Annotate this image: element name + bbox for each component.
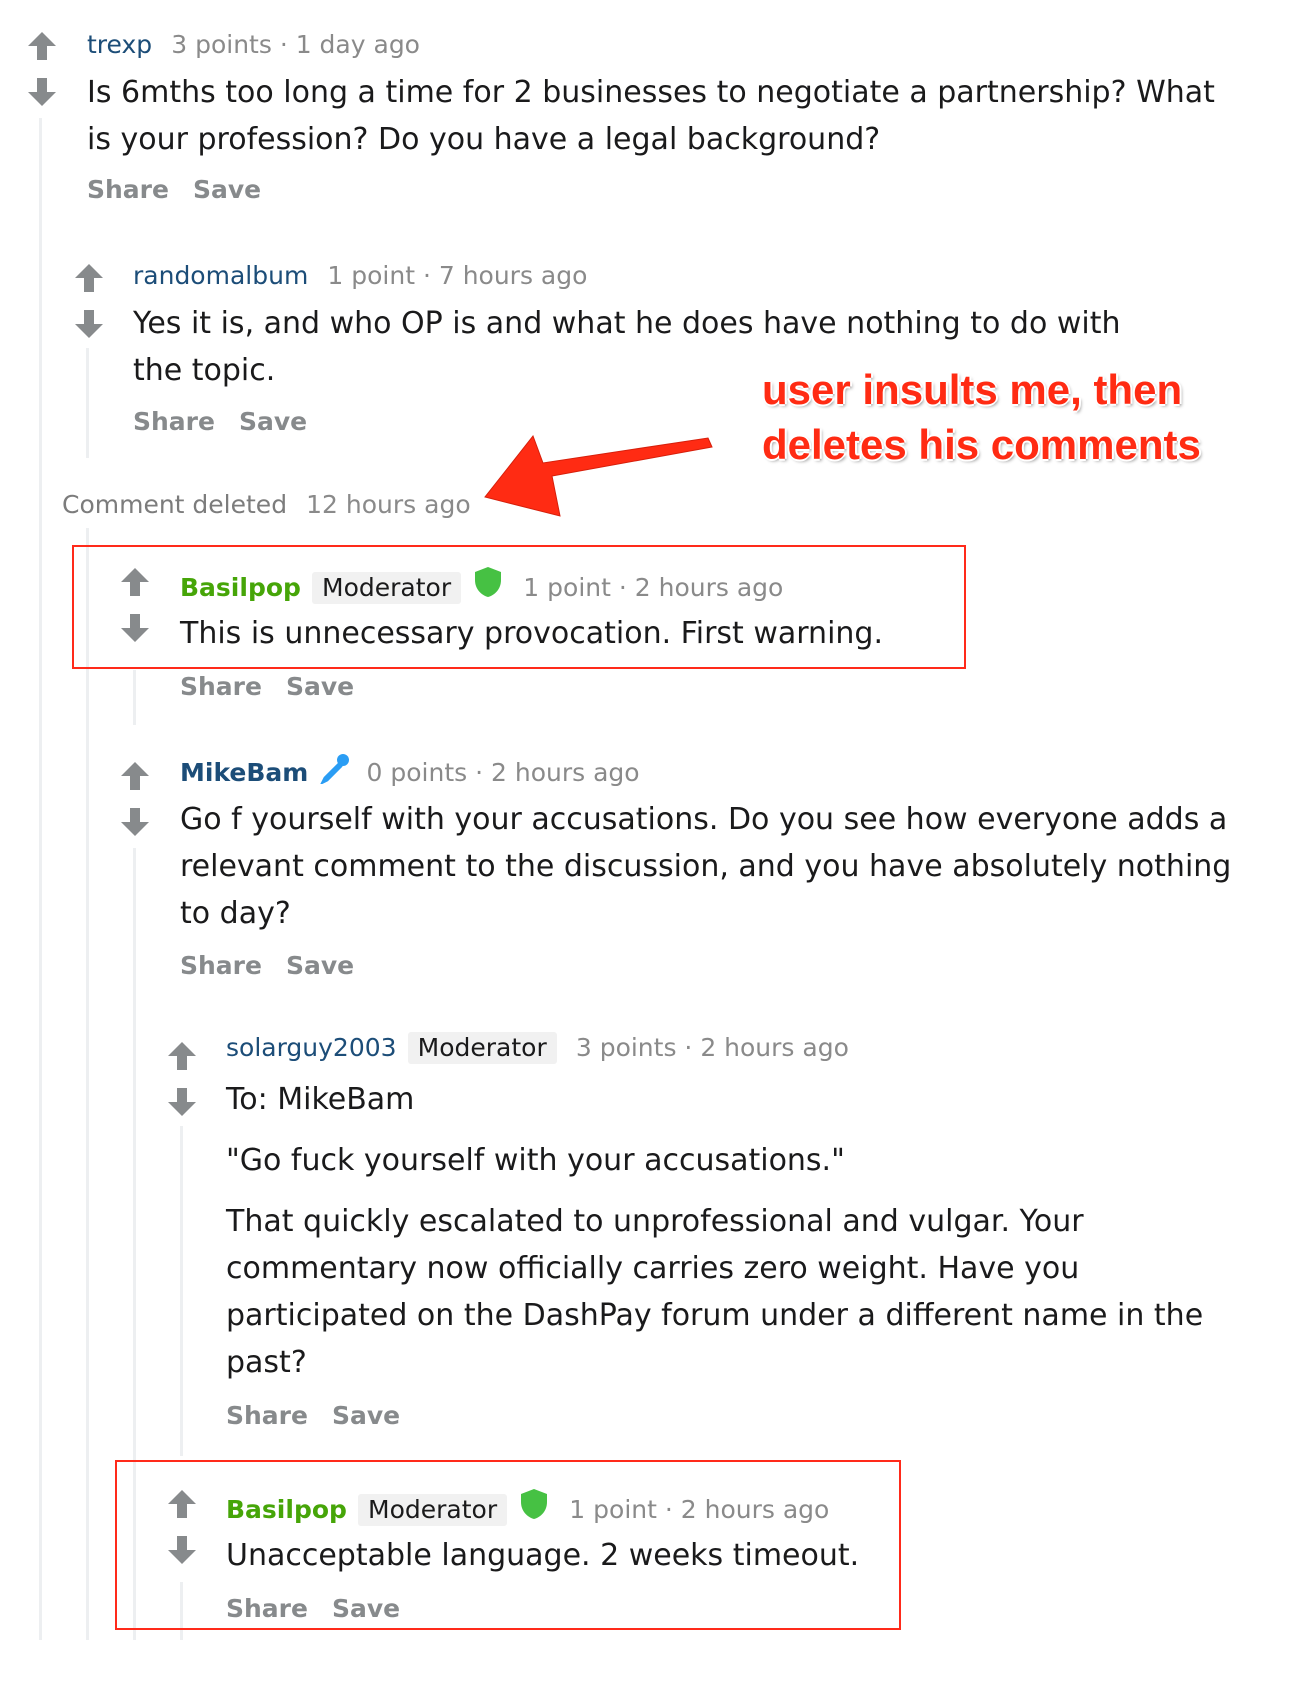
comment-paragraph: Unacceptable language. 2 weeks timeout. [226, 1538, 860, 1573]
comment-paragraph: "Go fuck yourself with your accusations.… [226, 1143, 845, 1178]
thread-line[interactable] [86, 528, 89, 1640]
deleted-comment: Comment deleted 12 hours ago [62, 490, 471, 519]
upvote-arrow-icon [121, 568, 149, 596]
upvote-arrow-icon [28, 32, 56, 60]
downvote-button[interactable] [73, 308, 105, 340]
downvote-button[interactable] [119, 612, 151, 644]
thread-line[interactable] [39, 118, 42, 1640]
comment-actions: Share Save [180, 672, 378, 701]
username-link[interactable]: Basilpop [226, 1495, 347, 1524]
username-link[interactable]: randomalbum [133, 261, 308, 290]
comment-meta: 3 points · 1 day ago [171, 30, 420, 59]
comment-body: Go f yourself with your accusations. Do … [180, 796, 1240, 951]
save-button[interactable]: Save [286, 672, 354, 701]
save-button[interactable]: Save [193, 175, 261, 204]
comment-meta: 1 point · 2 hours ago [569, 1495, 830, 1524]
comment-meta: 1 point · 2 hours ago [523, 573, 784, 602]
comment-actions: Share Save [87, 175, 285, 204]
comment-header: Basilpop Moderator 1 point · 2 hours ago [180, 566, 784, 604]
comment-paragraph: That quickly escalated to unprofessional… [226, 1204, 1204, 1380]
username-link[interactable]: solarguy2003 [226, 1033, 397, 1062]
upvote-button[interactable] [166, 1040, 198, 1072]
upvote-button[interactable] [26, 30, 58, 62]
save-button[interactable]: Save [239, 407, 307, 436]
moderator-badge: Moderator [312, 572, 462, 604]
thread-line[interactable] [86, 348, 89, 458]
comment-actions: Share Save [226, 1401, 424, 1430]
comment-paragraph: Is 6mths too long a time for 2 businesse… [87, 75, 1215, 157]
username-link[interactable]: Basilpop [180, 573, 301, 602]
annotation-text-line-2: deletes his comments [762, 421, 1201, 468]
comment-meta: 0 points · 2 hours ago [366, 758, 640, 787]
comment-meta: 12 hours ago [306, 490, 471, 519]
comment-header: randomalbum 1 point · 7 hours ago [133, 261, 587, 290]
username-link[interactable]: trexp [87, 30, 152, 59]
share-button[interactable]: Share [87, 175, 169, 204]
downvote-button[interactable] [166, 1534, 198, 1566]
comment-body: Is 6mths too long a time for 2 businesse… [87, 69, 1237, 177]
upvote-button[interactable] [73, 262, 105, 294]
thread-line[interactable] [180, 1126, 183, 1456]
moderator-badge: Moderator [407, 1032, 557, 1064]
upvote-arrow-icon [121, 762, 149, 790]
upvote-button[interactable] [166, 1488, 198, 1520]
thread-line[interactable] [133, 670, 136, 725]
comment-meta: 1 point · 7 hours ago [327, 261, 588, 290]
downvote-arrow-icon [168, 1088, 196, 1116]
save-button[interactable]: Save [286, 951, 354, 980]
downvote-arrow-icon [121, 808, 149, 836]
upvote-button[interactable] [119, 566, 151, 598]
downvote-arrow-icon [75, 310, 103, 338]
downvote-button[interactable] [119, 806, 151, 838]
comment-paragraph: This is unnecessary provocation. First w… [180, 616, 883, 651]
downvote-button[interactable] [166, 1086, 198, 1118]
upvote-arrow-icon [75, 264, 103, 292]
share-button[interactable]: Share [226, 1401, 308, 1430]
comment-paragraph: To: MikeBam [226, 1082, 415, 1117]
comment-body: Unacceptable language. 2 weeks timeout. [226, 1532, 1126, 1593]
downvote-arrow-icon [168, 1536, 196, 1564]
deleted-label: Comment deleted [62, 490, 288, 519]
share-button[interactable]: Share [180, 951, 262, 980]
upvote-arrow-icon [168, 1042, 196, 1070]
pencil-icon [320, 754, 350, 786]
username-link[interactable]: MikeBam [180, 758, 308, 787]
comment-actions: Share Save [180, 951, 378, 980]
moderator-shield-icon [521, 1489, 548, 1519]
moderator-shield-icon [475, 567, 502, 597]
downvote-arrow-icon [121, 614, 149, 642]
comment-body: To: MikeBam "Go fuck yourself with your … [226, 1076, 1206, 1400]
comment-header: Basilpop Moderator 1 point · 2 hours ago [226, 1488, 830, 1526]
share-button[interactable]: Share [133, 407, 215, 436]
comment-actions: Share Save [133, 407, 331, 436]
save-button[interactable]: Save [332, 1594, 400, 1623]
comment-header: MikeBam 0 points · 2 hours ago [180, 752, 640, 787]
comment-header: trexp 3 points · 1 day ago [87, 30, 420, 59]
comment-paragraph: Go f yourself with your accusations. Do … [180, 802, 1232, 931]
share-button[interactable]: Share [226, 1594, 308, 1623]
share-button[interactable]: Share [180, 672, 262, 701]
upvote-arrow-icon [168, 1490, 196, 1518]
comment-actions: Share Save [226, 1594, 424, 1623]
save-button[interactable]: Save [332, 1401, 400, 1430]
moderator-badge: Moderator [358, 1494, 508, 1526]
comment-body: This is unnecessary provocation. First w… [180, 610, 1180, 671]
annotation-text-line-1: user insults me, then [762, 366, 1183, 413]
annotation-arrow-icon [484, 434, 713, 517]
downvote-button[interactable] [26, 76, 58, 108]
comment-header: solarguy2003 Moderator 3 points · 2 hour… [226, 1032, 849, 1064]
upvote-button[interactable] [119, 760, 151, 792]
comment-meta: 3 points · 2 hours ago [575, 1033, 849, 1062]
downvote-arrow-icon [28, 78, 56, 106]
